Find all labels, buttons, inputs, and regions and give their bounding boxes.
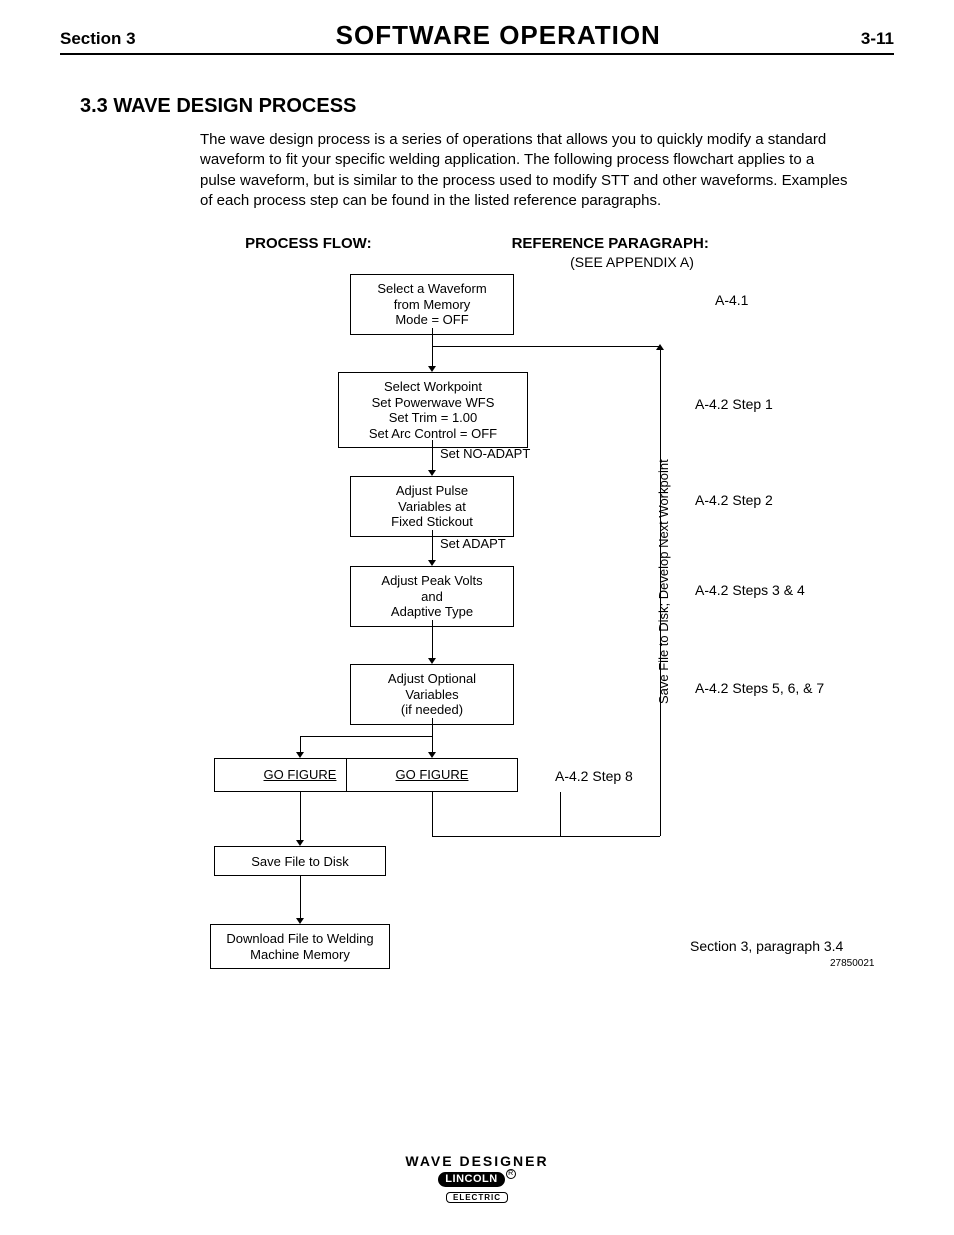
ref-a42-step2: A-4.2 Step 2 <box>695 492 773 508</box>
flow-step-select-waveform: Select a Waveform from Memory Mode = OFF <box>350 274 514 335</box>
header-section: Section 3 <box>60 29 136 49</box>
process-flow-label: PROCESS FLOW: <box>245 235 371 252</box>
ref-a41: A-4.1 <box>715 292 748 308</box>
flow-label-adapt: Set ADAPT <box>440 536 560 551</box>
flow-label-no-adapt: Set NO-ADAPT <box>440 446 560 461</box>
flowchart: Select a Waveform from Memory Mode = OFF… <box>60 274 894 1014</box>
page-header: Section 3 SOFTWARE OPERATION 3-11 <box>60 20 894 55</box>
registered-icon: R <box>506 1169 516 1179</box>
intro-paragraph: The wave design process is a series of o… <box>200 130 854 211</box>
column-headers: PROCESS FLOW: REFERENCE PARAGRAPH: <box>60 235 894 252</box>
flow-step-adjust-pulse: Adjust Pulse Variables at Fixed Stickout <box>350 476 514 537</box>
header-title: SOFTWARE OPERATION <box>336 20 661 51</box>
footer-product: WAVE DESIGNER <box>0 1153 954 1169</box>
flow-step-adjust-optional: Adjust Optional Variables (if needed) <box>350 664 514 725</box>
ref-section34: Section 3, paragraph 3.4 <box>690 938 843 954</box>
flow-step-download: Download File to Welding Machine Memory <box>210 924 390 969</box>
reference-paragraph-label: REFERENCE PARAGRAPH: <box>512 235 709 252</box>
flow-step-select-workpoint: Select Workpoint Set Powerwave WFS Set T… <box>338 372 528 448</box>
flow-step-adjust-peak-volts: Adjust Peak Volts and Adaptive Type <box>350 566 514 627</box>
ref-a42-step567: A-4.2 Steps 5, 6, & 7 <box>695 680 824 696</box>
figure-number: 27850021 <box>830 958 875 969</box>
flow-step-go-figure-right: GO FIGURE <box>346 758 518 792</box>
ref-a42-step8: A-4.2 Step 8 <box>555 768 633 784</box>
ref-a42-step34: A-4.2 Steps 3 & 4 <box>695 582 805 598</box>
loop-label: Save File to Disk; Develop Next Workpoin… <box>656 459 671 704</box>
flow-step-save-file: Save File to Disk <box>214 846 386 876</box>
lincoln-logo: LINCOLNR ELECTRIC <box>0 1169 954 1205</box>
reference-subtitle: (SEE APPENDIX A) <box>370 254 894 270</box>
header-page-number: 3-11 <box>861 29 894 49</box>
section-title: 3.3 WAVE DESIGN PROCESS <box>80 95 894 118</box>
page-footer: WAVE DESIGNER LINCOLNR ELECTRIC <box>0 1153 954 1205</box>
ref-a42-step1: A-4.2 Step 1 <box>695 396 773 412</box>
